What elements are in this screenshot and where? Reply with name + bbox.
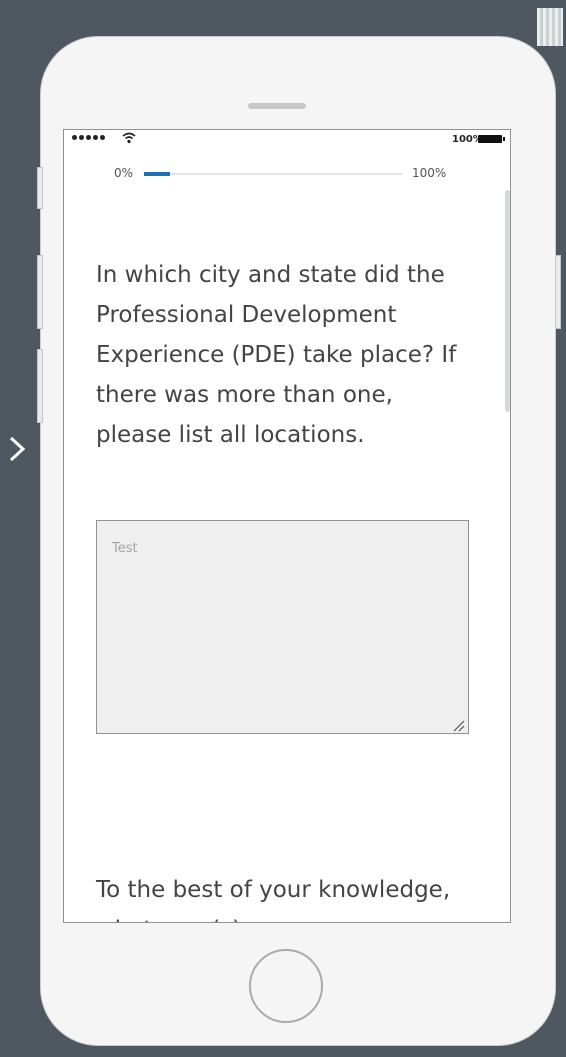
phone-frame: 100% 0% 100% In which city and state did… xyxy=(37,36,561,1046)
progress-min-label: 0% xyxy=(114,166,134,180)
phone-screen: 100% 0% 100% In which city and state did… xyxy=(63,129,511,923)
answer-1-textarea[interactable] xyxy=(96,520,469,734)
battery-icon xyxy=(478,135,505,143)
scrollbar[interactable] xyxy=(505,190,510,412)
volume-down-button xyxy=(37,349,43,423)
progress-track xyxy=(144,172,402,176)
home-button-icon[interactable] xyxy=(249,949,323,1023)
mute-switch xyxy=(37,167,43,209)
progress-fill xyxy=(144,172,170,176)
speaker-grille xyxy=(248,103,306,109)
progress-max-label: 100% xyxy=(412,166,447,180)
resize-handle-icon[interactable] xyxy=(451,718,465,732)
question-1-text: In which city and state did the Professi… xyxy=(96,262,457,448)
power-button xyxy=(555,255,561,329)
progress-bar: 0% 100% xyxy=(64,164,510,184)
question-2-text: To the best of your knowledge, what year… xyxy=(96,877,451,922)
qr-code-icon xyxy=(537,8,563,46)
volume-up-button xyxy=(37,255,43,329)
chevron-right-icon[interactable] xyxy=(4,432,30,466)
signal-dots-icon xyxy=(72,135,105,140)
wifi-icon xyxy=(122,132,136,144)
status-bar: 100% xyxy=(64,130,510,152)
